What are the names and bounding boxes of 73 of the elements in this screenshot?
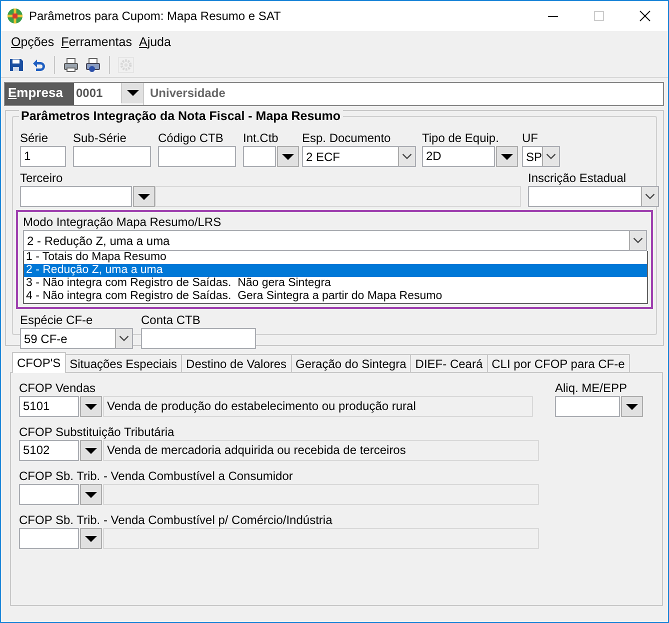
caret-icon [626, 404, 638, 410]
select-field[interactable]: 59 CF-e [20, 328, 133, 349]
menu-item[interactable]: Ferramentas [57, 35, 135, 49]
dropdown-button[interactable] [277, 146, 299, 167]
select-field[interactable] [528, 186, 659, 207]
dropdown-button[interactable] [80, 396, 102, 417]
input-field[interactable] [243, 146, 276, 167]
window-title: Parâmetros para Cupom: Mapa Resumo e SAT [29, 9, 282, 23]
field-label: CFOP Sb. Trib. - Venda Combustível a Consumidor [19, 469, 294, 484]
menu-item[interactable]: Ajuda [134, 35, 174, 49]
field-label: Sub-Série [73, 131, 128, 146]
tab[interactable]: CLI por CFOP para CF-e [486, 354, 630, 372]
caret-icon [85, 448, 97, 454]
field-label: Tipo de Equip. [422, 131, 500, 146]
dropdown-button[interactable] [80, 440, 102, 461]
input-field[interactable] [19, 484, 79, 505]
select-field[interactable]: 2 ECF [302, 146, 416, 167]
dropdown-button[interactable] [80, 484, 102, 505]
chevron-icon [629, 231, 646, 250]
field-label: Conta CTB [141, 313, 202, 328]
input-field[interactable] [141, 328, 256, 349]
chevron-icon [398, 147, 415, 166]
save-icon[interactable] [8, 57, 24, 73]
input-field[interactable]: 2D [422, 146, 495, 167]
dropdown-button[interactable] [496, 146, 518, 167]
input-field[interactable] [20, 186, 132, 207]
tab[interactable]: CFOP'S [12, 352, 66, 373]
chevron-icon [115, 329, 132, 348]
field-label: UF [522, 131, 539, 146]
caret-icon [501, 154, 513, 160]
input-field: Venda de produção do estabelecimento ou produção rural [103, 396, 533, 417]
caret-icon [282, 154, 294, 160]
chevron-icon [641, 187, 658, 206]
field-label: Espécie CF-e [20, 313, 94, 328]
printer-icon[interactable] [63, 57, 79, 73]
field-label: Esp. Documento [302, 131, 392, 146]
input-field: Venda de mercadoria adquirida ou recebida de terceiros [103, 440, 539, 461]
field-label: CFOP Vendas [19, 381, 96, 396]
field-label: Código CTB [158, 131, 224, 146]
dropdown-option[interactable]: 4 - Não integra com Registro de Saídas. Gera Sintegra a partir do Mapa Resumo [24, 290, 647, 303]
dropdown-button[interactable] [80, 528, 102, 549]
caret-icon [85, 492, 97, 498]
input-field[interactable]: 1 [20, 146, 66, 167]
input-field[interactable] [555, 396, 620, 417]
input-field[interactable]: 5102 [19, 440, 79, 461]
field-label: Int.Ctb [243, 131, 280, 146]
tab[interactable]: Geração do Sintegra [290, 354, 412, 372]
field-label: Aliq. ME/EPP [555, 381, 628, 396]
input-field[interactable]: 5101 [19, 396, 79, 417]
input-field[interactable] [158, 146, 236, 167]
field-label: Série [20, 131, 50, 146]
dropdown-option[interactable]: 2 - Redução Z, uma a uma [24, 264, 647, 277]
field-label: Terceiro [20, 171, 64, 186]
tab[interactable]: Situações Especiais [64, 354, 182, 372]
field-label: CFOP Sb. Trib. - Venda Combustível p/ Comércio/Indústria [19, 513, 334, 528]
printer-settings-icon[interactable] [85, 57, 101, 73]
caret-icon [85, 536, 97, 542]
dropdown-button[interactable] [133, 186, 155, 207]
select-field[interactable]: SP [522, 146, 560, 167]
field-label: Inscrição Estadual [528, 171, 628, 186]
chevron-icon [542, 147, 560, 166]
dropdown-option[interactable]: 3 - Não integra com Registro de Saídas. Não gera Sintegra [24, 277, 647, 290]
dropdown-button[interactable] [621, 396, 643, 417]
input-field[interactable] [73, 146, 151, 167]
field-label: CFOP Substituição Tributária [19, 425, 176, 440]
group-title: Parâmetros Integração da Nota Fiscal - Mapa Resumo [19, 109, 343, 123]
dropdown-option[interactable]: 1 - Totais do Mapa Resumo [24, 251, 647, 264]
caret-icon [85, 404, 97, 410]
menu-item[interactable]: Opções [7, 35, 58, 49]
field-label: Modo Integração Mapa Resumo/LRS [23, 215, 222, 230]
select-field[interactable]: 2 - Redução Z, uma a uma [23, 230, 647, 251]
app-icon [7, 8, 23, 24]
input-field[interactable] [19, 528, 79, 549]
